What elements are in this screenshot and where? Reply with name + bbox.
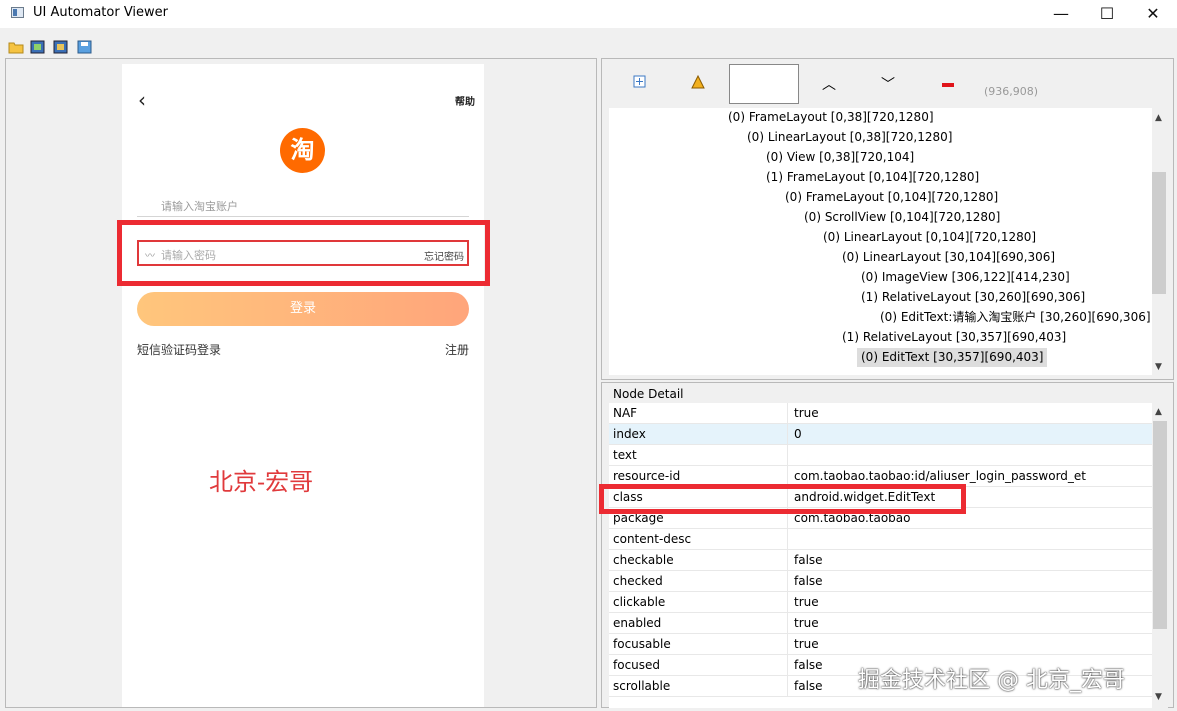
table-row[interactable]: focusable true: [609, 634, 1152, 655]
table-row[interactable]: text: [609, 445, 1152, 466]
account-input[interactable]: 请输入淘宝账户: [137, 196, 469, 217]
table-row[interactable]: enabled true: [609, 613, 1152, 634]
table-row[interactable]: content-desc: [609, 529, 1152, 550]
highlight-class-row: [599, 484, 966, 514]
table-row[interactable]: clickable true: [609, 592, 1152, 613]
table-row[interactable]: checkable false: [609, 550, 1152, 571]
chevron-down-icon[interactable]: ﹀: [881, 74, 895, 94]
coordinates-readout: (936,908): [984, 85, 1039, 98]
toggle-naf-box[interactable]: [729, 64, 799, 104]
scroll-up-icon[interactable]: ▲: [1155, 113, 1162, 123]
tree-node[interactable]: (0) ScrollView [0,104][720,1280]: [804, 208, 1000, 227]
maximize-button[interactable]: ☐: [1084, 0, 1130, 28]
app-icon: [11, 7, 24, 18]
table-row[interactable]: checked false: [609, 571, 1152, 592]
uiautomator-window: UI Automator Viewer — ☐ ✕ ‹ 帮助 淘 请输入淘宝账户…: [0, 0, 1177, 711]
scroll-down-icon[interactable]: ▼: [1155, 362, 1162, 372]
tree-node[interactable]: (0) FrameLayout [0,38][720,1280]: [728, 108, 934, 127]
red-minus-icon[interactable]: [942, 83, 954, 87]
tree-node[interactable]: (0) View [0,38][720,104]: [766, 148, 914, 167]
account-placeholder: 请输入淘宝账户: [161, 200, 238, 213]
toolbar: [0, 32, 1177, 58]
tree-node[interactable]: (0) LinearLayout [0,104][720,1280]: [823, 228, 1036, 247]
taobao-logo: 淘: [280, 128, 325, 173]
screenshot-icon[interactable]: [30, 39, 46, 54]
compressed-screenshot-icon[interactable]: [53, 39, 69, 54]
tree-scrollbar-thumb[interactable]: [1152, 172, 1166, 294]
highlight-password-box: [117, 220, 490, 286]
expand-all-icon[interactable]: [633, 75, 647, 93]
tree-node[interactable]: (1) RelativeLayout [30,260][690,306]: [861, 288, 1085, 307]
tree-node[interactable]: (0) LinearLayout [30,104][690,306]: [842, 248, 1055, 267]
help-link[interactable]: 帮助: [455, 93, 475, 108]
tree-node-selected[interactable]: (0) EditText [30,357][690,403]: [857, 348, 1048, 367]
scroll-up-icon[interactable]: ▲: [1155, 407, 1162, 417]
tree-node[interactable]: (1) RelativeLayout [30,357][690,403]: [842, 328, 1066, 347]
sms-login-link[interactable]: 短信验证码登录: [137, 341, 221, 358]
register-link[interactable]: 注册: [445, 341, 469, 358]
scroll-down-icon[interactable]: ▼: [1155, 692, 1162, 702]
watermark-juejin: 掘金技术社区 @ 北京_宏哥: [858, 668, 1125, 693]
back-icon[interactable]: ‹: [138, 88, 146, 112]
tree-node[interactable]: (0) EditText:请输入淘宝账户 [30,260][690,306]: [880, 308, 1151, 327]
chevron-up-icon[interactable]: ︿: [822, 74, 836, 94]
close-button[interactable]: ✕: [1130, 0, 1176, 28]
minimize-button[interactable]: —: [1038, 0, 1084, 28]
login-button[interactable]: 登录: [137, 292, 469, 326]
table-row[interactable]: index 0: [609, 424, 1152, 445]
tree-node[interactable]: (0) ImageView [306,122][414,230]: [861, 268, 1070, 287]
watermark-text: 北京-宏哥: [209, 468, 314, 496]
hierarchy-tree: (0) FrameLayout [0,38][720,1280] (0) Lin…: [609, 108, 1152, 375]
open-folder-icon[interactable]: [8, 39, 24, 54]
tree-node[interactable]: (1) FrameLayout [0,104][720,1280]: [766, 168, 979, 187]
table-row[interactable]: NAF true: [609, 403, 1152, 424]
node-detail-label: Node Detail: [613, 387, 684, 401]
window-title: UI Automator Viewer: [33, 5, 169, 20]
title-bar: UI Automator Viewer — ☐ ✕: [0, 0, 1177, 28]
warning-icon[interactable]: [691, 74, 705, 93]
detail-scrollbar-thumb[interactable]: [1153, 421, 1167, 629]
tree-node[interactable]: (0) FrameLayout [0,104][720,1280]: [785, 188, 998, 207]
tree-node[interactable]: (0) LinearLayout [0,38][720,1280]: [747, 128, 952, 147]
save-icon[interactable]: [77, 39, 93, 54]
